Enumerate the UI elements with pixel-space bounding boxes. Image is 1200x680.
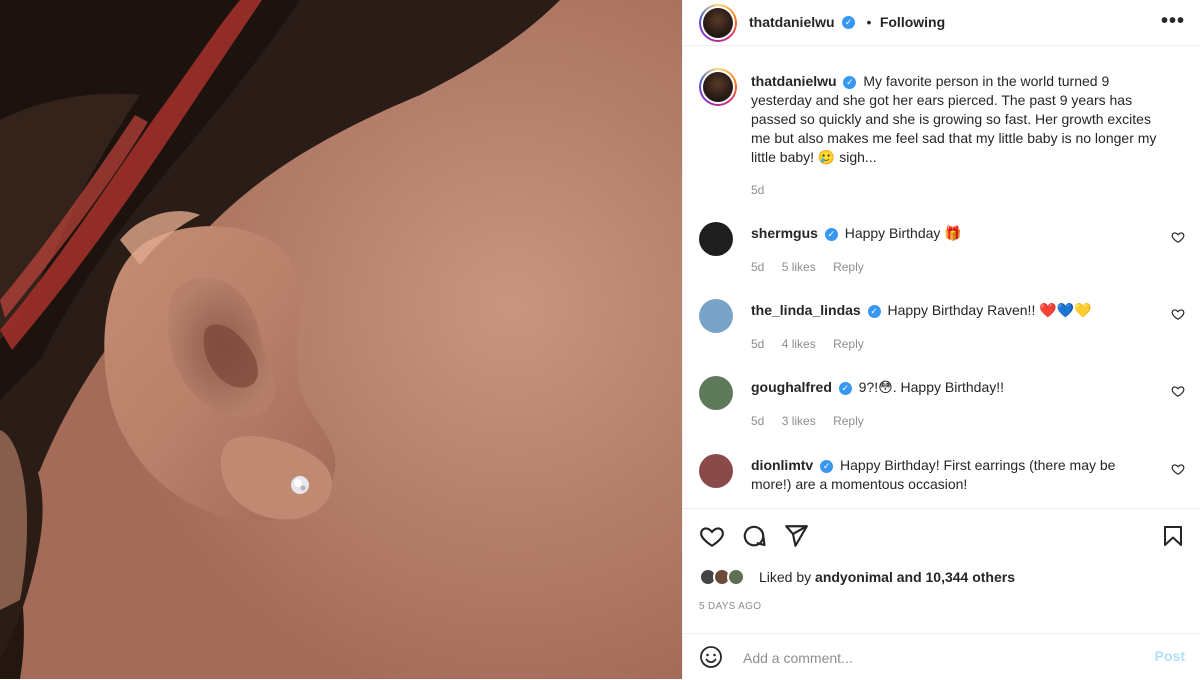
comment-age: 5d bbox=[751, 260, 765, 274]
comment-age: 5d bbox=[751, 414, 765, 428]
commenter-avatar[interactable] bbox=[699, 299, 733, 333]
separator-dot: • bbox=[866, 14, 872, 30]
post-actions: Liked by andyonimal and 10,344 others 5 … bbox=[683, 508, 1200, 679]
commenter-avatar[interactable] bbox=[699, 454, 733, 488]
reply-button[interactable]: Reply bbox=[833, 260, 864, 274]
post-header: thatdanielwu ✓ • Following ••• bbox=[683, 0, 1200, 46]
verified-icon: ✓ bbox=[842, 16, 856, 30]
comment-meta: 5d 5 likes Reply bbox=[751, 260, 878, 274]
post-panel: thatdanielwu ✓ • Following ••• thatdanie… bbox=[682, 0, 1200, 679]
add-comment-bar: Post bbox=[683, 633, 1200, 680]
post-date[interactable]: 5 DAYS AGO bbox=[699, 601, 761, 612]
likes-others[interactable]: and 10,344 others bbox=[893, 569, 1015, 585]
more-options-icon[interactable]: ••• bbox=[1161, 10, 1185, 33]
comment-likes[interactable]: 5 likes bbox=[782, 260, 816, 274]
caption-body: thatdanielwu ✓ My favorite person in the… bbox=[751, 72, 1169, 167]
liker-username[interactable]: andyonimal bbox=[815, 569, 893, 585]
caption-age: 5d bbox=[751, 183, 765, 197]
reply-button[interactable]: Reply bbox=[833, 414, 864, 428]
save-bookmark-icon[interactable] bbox=[1161, 523, 1185, 549]
verified-icon: ✓ bbox=[838, 381, 852, 395]
comment-meta: 5d 4 likes Reply bbox=[751, 337, 878, 351]
comment-likes[interactable]: 4 likes bbox=[782, 337, 816, 351]
ear-photo-illustration bbox=[0, 0, 682, 679]
commenter-username[interactable]: shermgus bbox=[751, 225, 818, 241]
comment-item: shermgus ✓ Happy Birthday 🎁 5d 5 likes R… bbox=[699, 222, 1185, 282]
verified-icon: ✓ bbox=[867, 304, 881, 318]
liker-avatar[interactable] bbox=[727, 568, 745, 586]
comment-meta: 5d 3 likes Reply bbox=[751, 414, 878, 428]
author-username[interactable]: thatdanielwu bbox=[749, 14, 835, 30]
verified-icon: ✓ bbox=[843, 75, 857, 89]
caption-author-avatar[interactable] bbox=[699, 68, 737, 106]
caption-username[interactable]: thatdanielwu bbox=[751, 73, 837, 89]
like-comment-heart-icon[interactable] bbox=[1171, 384, 1185, 398]
verified-icon: ✓ bbox=[820, 459, 834, 473]
commenter-username[interactable]: dionlimtv bbox=[751, 457, 813, 473]
likes-prefix: Liked by bbox=[759, 569, 816, 585]
comment-input[interactable] bbox=[741, 646, 1125, 670]
like-comment-heart-icon[interactable] bbox=[1171, 307, 1185, 321]
comment-text: 9?!😳. Happy Birthday!! bbox=[858, 379, 1005, 395]
share-send-icon[interactable] bbox=[783, 523, 809, 549]
author-line: thatdanielwu ✓ • Following bbox=[749, 14, 945, 32]
comment-item: dionlimtv ✓ Happy Birthday! First earrin… bbox=[699, 454, 1185, 514]
like-comment-heart-icon[interactable] bbox=[1171, 230, 1185, 244]
like-comment-heart-icon[interactable] bbox=[1171, 462, 1185, 476]
commenter-username[interactable]: the_linda_lindas bbox=[751, 302, 861, 318]
reply-button[interactable]: Reply bbox=[833, 337, 864, 351]
comment-item: goughalfred ✓ 9?!😳. Happy Birthday!! 5d … bbox=[699, 376, 1185, 436]
smiley-icon[interactable] bbox=[699, 645, 723, 669]
likes-text: Liked by andyonimal and 10,344 others bbox=[759, 569, 1015, 585]
author-avatar[interactable] bbox=[699, 4, 737, 42]
comment-text: Happy Birthday 🎁 bbox=[844, 225, 962, 241]
commenter-username[interactable]: goughalfred bbox=[751, 379, 832, 395]
comment-likes[interactable]: 3 likes bbox=[782, 414, 816, 428]
commenter-avatar[interactable] bbox=[699, 222, 733, 256]
like-heart-icon[interactable] bbox=[699, 523, 725, 549]
following-button[interactable]: Following bbox=[880, 14, 945, 30]
comment-text: Happy Birthday Raven!! ❤️💙💛 bbox=[887, 302, 1092, 318]
post-comment-button[interactable]: Post bbox=[1155, 648, 1185, 664]
comment-bubble-icon[interactable] bbox=[741, 523, 767, 549]
comment-item: the_linda_lindas ✓ Happy Birthday Raven!… bbox=[699, 299, 1185, 359]
commenter-avatar[interactable] bbox=[699, 376, 733, 410]
post-photo[interactable] bbox=[0, 0, 682, 679]
comment-age: 5d bbox=[751, 337, 765, 351]
verified-icon: ✓ bbox=[824, 227, 838, 241]
